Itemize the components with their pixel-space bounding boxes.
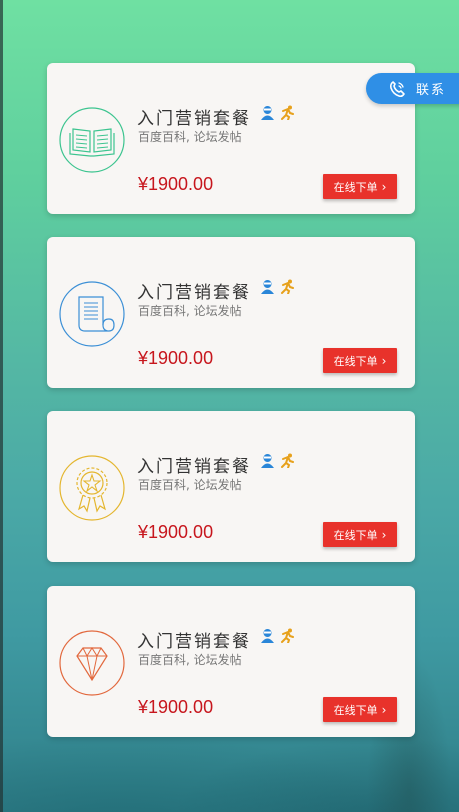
scroll-document-icon — [59, 281, 125, 347]
user-badge-icon — [261, 629, 274, 643]
order-online-button[interactable]: 在线下单 › — [323, 348, 397, 373]
badge-group — [260, 105, 295, 120]
chevron-right-icon: › — [381, 702, 387, 717]
diamond-icon — [59, 630, 125, 696]
order-online-button[interactable]: 在线下单 › — [323, 174, 397, 199]
runner-badge-icon — [281, 453, 294, 468]
package-price: ¥1900.00 — [138, 697, 214, 717]
badge-group — [260, 279, 295, 294]
package-title: 入门营销套餐 — [137, 632, 251, 652]
contact-button[interactable]: 联系 — [366, 73, 459, 104]
package-subtitle: 百度百科, 论坛发帖 — [138, 478, 242, 492]
package-card: 入门营销套餐 百度百科, 论坛发帖 ¥1900.00 在线下单 › — [47, 586, 415, 737]
package-card: 入门营销套餐 百度百科, 论坛发帖 ¥1900.00 在线下单 › — [47, 237, 415, 388]
package-card: 入门营销套餐 百度百科, 论坛发帖 ¥1900.00 在线下单 › — [47, 63, 415, 214]
package-subtitle: 百度百科, 论坛发帖 — [138, 130, 242, 144]
runner-badge-icon — [281, 628, 294, 643]
runner-badge-icon — [281, 105, 294, 120]
package-price: ¥1900.00 — [138, 522, 214, 542]
phone-icon — [389, 80, 405, 97]
package-price: ¥1900.00 — [138, 174, 214, 194]
user-badge-icon — [261, 454, 274, 468]
contact-label: 联系 — [416, 83, 447, 98]
package-title: 入门营销套餐 — [137, 109, 251, 129]
order-button-label: 在线下单 — [333, 180, 378, 194]
chevron-right-icon: › — [381, 527, 387, 542]
package-subtitle: 百度百科, 论坛发帖 — [138, 304, 242, 318]
order-button-label: 在线下单 — [333, 354, 378, 368]
runner-badge-icon — [281, 279, 294, 294]
order-online-button[interactable]: 在线下单 › — [323, 522, 397, 547]
package-subtitle: 百度百科, 论坛发帖 — [138, 653, 242, 667]
book-icon — [59, 107, 125, 173]
package-title: 入门营销套餐 — [137, 283, 251, 303]
user-badge-icon — [261, 280, 274, 294]
left-edge-divider — [0, 0, 3, 812]
award-ribbon-icon — [59, 455, 125, 521]
user-badge-icon — [261, 106, 274, 120]
package-title: 入门营销套餐 — [137, 457, 251, 477]
package-price: ¥1900.00 — [138, 348, 214, 368]
chevron-right-icon: › — [381, 179, 387, 194]
order-online-button[interactable]: 在线下单 › — [323, 697, 397, 722]
package-card: 入门营销套餐 百度百科, 论坛发帖 ¥1900.00 在线下单 › — [47, 411, 415, 562]
badge-group — [260, 628, 295, 643]
chevron-right-icon: › — [381, 353, 387, 368]
order-button-label: 在线下单 — [333, 703, 378, 717]
badge-group — [260, 453, 295, 468]
order-button-label: 在线下单 — [333, 528, 378, 542]
